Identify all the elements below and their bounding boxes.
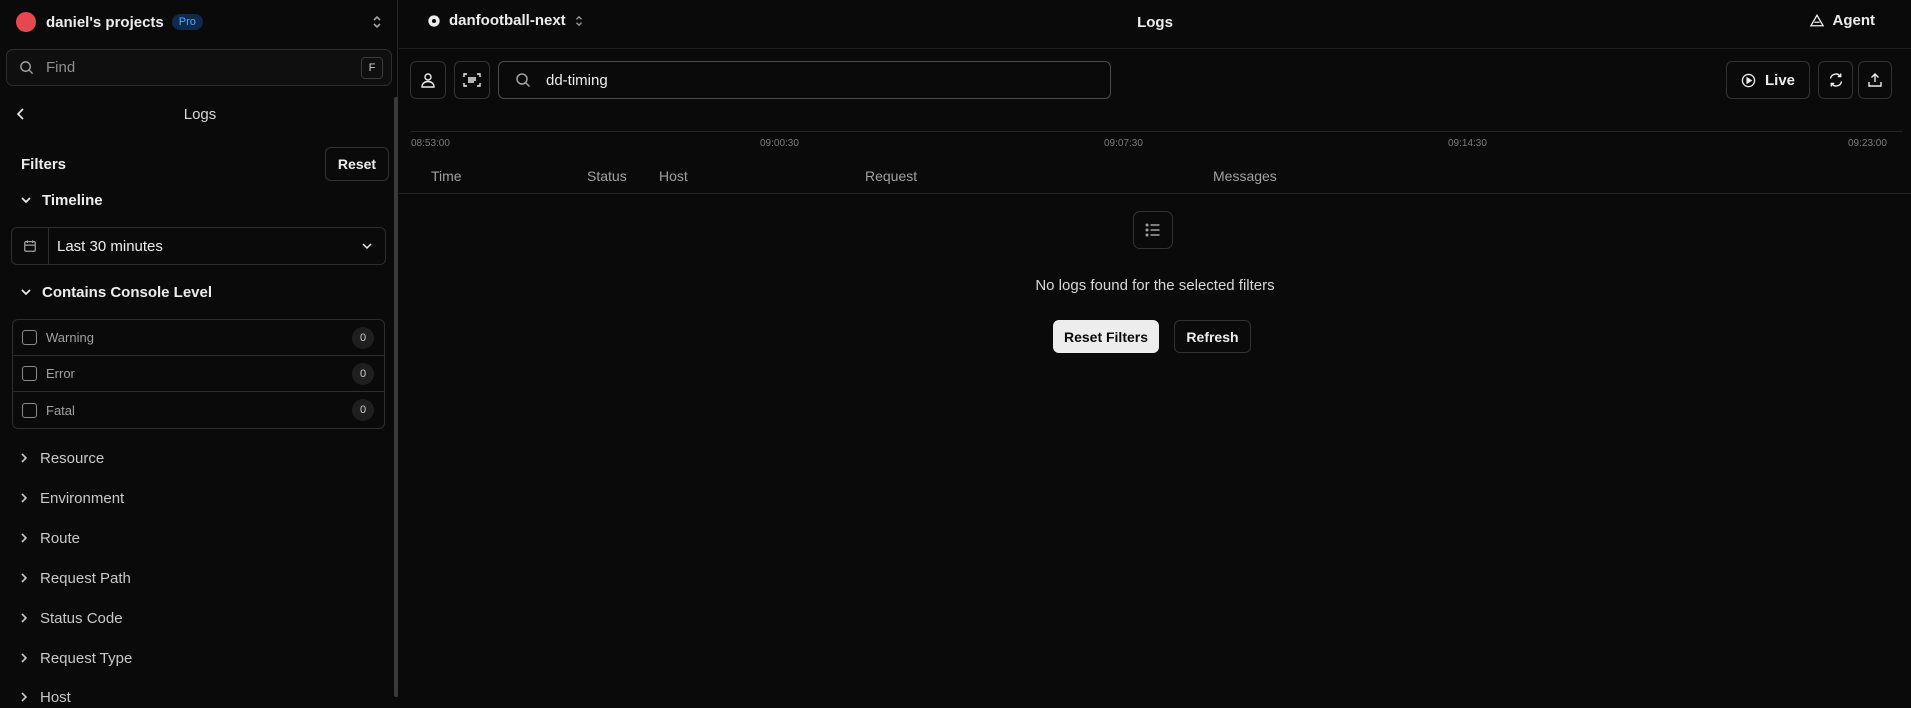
- section-timeline-label: Timeline: [42, 191, 103, 209]
- section-request-type[interactable]: Request Type: [20, 647, 132, 669]
- level-warning[interactable]: Warning 0: [13, 320, 384, 356]
- panel-header: Logs: [16, 103, 384, 125]
- reset-filters-button[interactable]: Reset Filters: [1053, 320, 1159, 353]
- live-button[interactable]: Live: [1726, 61, 1810, 99]
- export-button[interactable]: [1858, 61, 1892, 99]
- chevron-right-icon: [21, 533, 28, 543]
- timeline-tick: 09:07:30: [1104, 138, 1143, 149]
- filters-label: Filters: [21, 155, 67, 173]
- chevron-up-down-icon[interactable]: [371, 14, 383, 30]
- level-fatal[interactable]: Fatal 0: [13, 392, 384, 428]
- section-console-level-toggle[interactable]: Contains Console Level: [20, 281, 212, 303]
- section-label: Request Type: [40, 649, 133, 667]
- live-label: Live: [1764, 71, 1795, 89]
- console-level-list: Warning 0 Error 0 Fatal 0: [12, 319, 385, 429]
- find-box[interactable]: F: [6, 49, 392, 86]
- section-route[interactable]: Route: [20, 527, 80, 549]
- search-bar[interactable]: [498, 61, 1111, 99]
- chevron-right-icon: [21, 573, 28, 583]
- chevron-right-icon: [21, 692, 28, 702]
- sidebar: daniel's projects Pro F Logs Filters Res…: [0, 0, 398, 706]
- level-count: 0: [352, 399, 374, 421]
- page-title: Logs: [1137, 14, 1173, 31]
- play-circle-icon: [1741, 73, 1756, 88]
- search-input[interactable]: [544, 70, 1110, 90]
- chevron-right-icon: [21, 653, 28, 663]
- timeline-axis: [411, 131, 1903, 132]
- section-label: Resource: [40, 449, 105, 467]
- table-header: Time Status Host Request Messages: [399, 161, 1911, 194]
- section-label: Request Path: [40, 569, 131, 587]
- level-count: 0: [352, 326, 374, 349]
- search-icon: [515, 72, 531, 88]
- checkbox[interactable]: [22, 366, 37, 381]
- section-label: Environment: [40, 489, 125, 507]
- section-label: Route: [40, 529, 81, 547]
- checkbox[interactable]: [22, 402, 37, 418]
- upload-icon: [1867, 72, 1883, 88]
- section-status-code[interactable]: Status Code: [20, 607, 123, 629]
- project-switcher[interactable]: daniel's projects Pro: [16, 10, 383, 34]
- user-icon: [420, 72, 436, 88]
- column-header-host[interactable]: Host: [659, 168, 688, 184]
- empty-state-message: No logs found for the selected filters: [1035, 277, 1275, 294]
- section-label: Host: [40, 688, 71, 706]
- calendar-icon: [12, 228, 49, 264]
- level-error[interactable]: Error 0: [13, 356, 384, 392]
- timeline-tick: 09:14:30: [1448, 138, 1487, 149]
- level-label: Fatal: [46, 402, 75, 418]
- chevron-down-icon: [361, 241, 373, 251]
- chevron-right-icon: [21, 613, 28, 623]
- checkbox[interactable]: [22, 330, 37, 345]
- section-environment[interactable]: Environment: [20, 487, 124, 509]
- level-label: Warning: [46, 330, 94, 345]
- timeline-tick: 09:00:30: [760, 138, 799, 149]
- level-label: Error: [46, 366, 75, 381]
- chevron-right-icon: [21, 493, 28, 503]
- find-shortcut-key: F: [361, 56, 383, 79]
- timeline-tick: 09:23:00: [1848, 138, 1887, 149]
- panel-title: Logs: [183, 105, 217, 123]
- project-avatar: [16, 12, 36, 32]
- find-input[interactable]: [44, 58, 361, 77]
- column-header-time[interactable]: Time: [431, 168, 462, 184]
- chevron-left-icon[interactable]: [16, 107, 26, 121]
- project-name: daniel's projects: [46, 13, 164, 31]
- column-header-messages[interactable]: Messages: [1213, 168, 1277, 184]
- reset-button[interactable]: Reset: [325, 147, 389, 181]
- timeline-value: Last 30 minutes: [57, 237, 163, 255]
- list-icon: [1133, 211, 1173, 249]
- section-request-path[interactable]: Request Path: [20, 567, 131, 589]
- section-timeline-toggle[interactable]: Timeline: [20, 189, 103, 211]
- agent-icon: [1809, 14, 1824, 27]
- column-header-status[interactable]: Status: [587, 168, 627, 184]
- sidebar-scrollbar[interactable]: [394, 97, 398, 697]
- agent-button[interactable]: Agent: [1809, 12, 1876, 29]
- filters-header: Filters Reset: [21, 147, 389, 181]
- column-header-request[interactable]: Request: [865, 168, 917, 184]
- section-label: Status Code: [40, 609, 123, 627]
- user-filter-button[interactable]: [410, 61, 446, 99]
- chevron-down-icon: [21, 197, 31, 204]
- scan-button[interactable]: [454, 61, 490, 99]
- section-host[interactable]: Host: [20, 686, 71, 708]
- timeline-select[interactable]: Last 30 minutes: [11, 227, 386, 265]
- refresh-icon-button[interactable]: [1818, 61, 1853, 99]
- refresh-button[interactable]: Refresh: [1174, 320, 1251, 353]
- scan-icon: [463, 72, 481, 88]
- chevron-down-icon: [21, 289, 31, 296]
- plan-badge: Pro: [171, 14, 203, 30]
- timeline-tick: 08:53:00: [411, 138, 450, 149]
- agent-label: Agent: [1832, 12, 1876, 29]
- refresh-icon: [1828, 72, 1844, 88]
- chevron-right-icon: [21, 453, 28, 463]
- section-console-level-label: Contains Console Level: [42, 283, 213, 301]
- search-icon: [19, 60, 34, 75]
- section-resource[interactable]: Resource: [20, 447, 104, 469]
- level-count: 0: [352, 362, 374, 385]
- topbar: danfootball-next Logs Agent: [399, 0, 1911, 49]
